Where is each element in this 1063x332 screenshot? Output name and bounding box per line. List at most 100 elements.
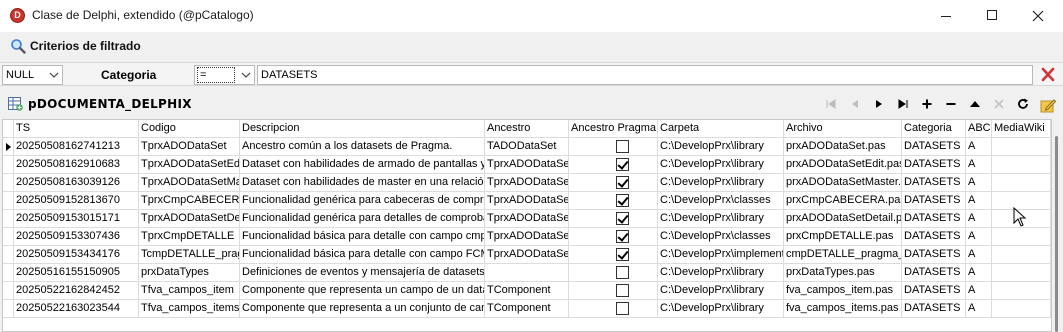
cell-mediawiki[interactable] bbox=[992, 138, 1051, 156]
filter-section[interactable]: Criterios de filtrado bbox=[0, 32, 1063, 60]
cell-ancestro[interactable]: TADODataSet bbox=[485, 138, 569, 156]
row-indicator[interactable] bbox=[3, 282, 14, 300]
cell-ts[interactable]: 20250522162842452 bbox=[14, 282, 139, 300]
cell-codigo[interactable]: TprxADODataSetEdit bbox=[139, 156, 240, 174]
cell-ts[interactable]: 20250509153307436 bbox=[14, 228, 139, 246]
cell-carpeta[interactable]: C:\DevelopPrx\library bbox=[658, 138, 784, 156]
cell-mediawiki[interactable] bbox=[992, 300, 1051, 318]
column-header-ts[interactable]: TS bbox=[14, 120, 139, 138]
cell-ts[interactable]: 20250509153015171 bbox=[14, 210, 139, 228]
vertical-scrollbar[interactable] bbox=[1053, 136, 1061, 332]
cell-carpeta[interactable]: C:\DevelopPrx\library bbox=[658, 300, 784, 318]
table-row[interactable]: 20250509153434176TcmpDETALLE_pragmaFunci… bbox=[3, 246, 1051, 264]
cell-categoria[interactable]: DATASETS bbox=[902, 210, 966, 228]
cell-ancestro-pragma[interactable] bbox=[569, 174, 658, 192]
cell-ts[interactable]: 20250509153434176 bbox=[14, 246, 139, 264]
filter-heading[interactable]: Criterios de filtrado bbox=[30, 39, 141, 53]
cell-codigo[interactable]: TcmpDETALLE_pragma bbox=[139, 246, 240, 264]
cell-codigo[interactable]: TprxADODataSet bbox=[139, 138, 240, 156]
cell-descripcion[interactable]: Ancestro común a los datasets de Pragma. bbox=[240, 138, 485, 156]
column-header-ancestro-pragma[interactable]: Ancestro Pragma bbox=[569, 120, 658, 138]
table-row[interactable]: 20250508163039126TprxADODataSetMasterDat… bbox=[3, 174, 1051, 192]
cell-ancestro-pragma[interactable] bbox=[569, 156, 658, 174]
cell-ancestro[interactable]: TprxADODataSet bbox=[485, 192, 569, 210]
cell-abc[interactable]: A bbox=[966, 210, 992, 228]
row-indicator[interactable] bbox=[3, 264, 14, 282]
cell-ancestro-pragma[interactable] bbox=[569, 210, 658, 228]
cell-ancestro[interactable]: TprxADODataSet bbox=[485, 228, 569, 246]
pragma-checkbox[interactable] bbox=[616, 158, 629, 171]
row-indicator[interactable] bbox=[3, 138, 14, 156]
table-row[interactable]: 20250509153015171TprxADODataSetDetailFun… bbox=[3, 210, 1051, 228]
table-row[interactable]: 20250509153307436 TprxCmpDETALLE Funcional… bbox=[3, 228, 1051, 246]
cell-abc[interactable]: A bbox=[966, 300, 992, 318]
column-header-categoria[interactable]: Categoria bbox=[902, 120, 966, 138]
cell-ts[interactable]: 20250516155150905 bbox=[14, 264, 139, 282]
column-header-ancestro[interactable]: Ancestro bbox=[485, 120, 569, 138]
cell-ts[interactable]: 20250522163023544 bbox=[14, 300, 139, 318]
cell-mediawiki[interactable] bbox=[992, 264, 1051, 282]
pragma-checkbox[interactable] bbox=[616, 266, 629, 279]
cell-codigo[interactable]: prxDataTypes bbox=[139, 264, 240, 282]
cell-ancestro[interactable]: TprxADODataSet bbox=[485, 174, 569, 192]
cell-categoria[interactable]: DATASETS bbox=[902, 282, 966, 300]
cell-ancestro[interactable]: TprxADODataSet bbox=[485, 246, 569, 264]
row-indicator[interactable] bbox=[3, 210, 14, 228]
table-row[interactable]: 20250509152813670 TprxCmpCABECERA Funciona… bbox=[3, 192, 1051, 210]
row-indicator[interactable] bbox=[3, 246, 14, 264]
cell-abc[interactable]: A bbox=[966, 264, 992, 282]
row-indicator[interactable] bbox=[3, 300, 14, 318]
cell-descripcion[interactable]: Dataset con habilidades de master en una… bbox=[240, 174, 485, 192]
cell-mediawiki[interactable] bbox=[992, 228, 1051, 246]
filter-edit-button[interactable] bbox=[1038, 95, 1058, 113]
cell-ancestro[interactable]: TprxADODataSet bbox=[485, 156, 569, 174]
cell-codigo[interactable]: TprxADODataSetDetail bbox=[139, 210, 240, 228]
delete-record-button[interactable] bbox=[941, 95, 961, 113]
cell-descripcion[interactable]: Funcionalidad genérica para cabeceras de… bbox=[240, 192, 485, 210]
cell-archivo[interactable]: prxADODataSetEdit.pas bbox=[784, 156, 902, 174]
pragma-checkbox[interactable] bbox=[616, 212, 629, 225]
cell-carpeta[interactable]: C:\DevelopPrx\library bbox=[658, 282, 784, 300]
cell-abc[interactable]: A bbox=[966, 192, 992, 210]
row-indicator[interactable] bbox=[3, 156, 14, 174]
table-row[interactable]: 20250522163023544 Tfva_campos_items Compon… bbox=[3, 300, 1051, 318]
edit-record-button[interactable] bbox=[965, 95, 985, 113]
row-indicator[interactable] bbox=[3, 228, 14, 246]
cell-mediawiki[interactable] bbox=[992, 246, 1051, 264]
cell-archivo[interactable]: fva_campos_items.pas bbox=[784, 300, 902, 318]
cell-descripcion[interactable]: Componente que representa a un conjunto … bbox=[240, 300, 485, 318]
column-header-archivo[interactable]: Archivo bbox=[784, 120, 902, 138]
pragma-checkbox[interactable] bbox=[616, 248, 629, 261]
operator-select[interactable]: = bbox=[194, 65, 255, 85]
cell-ts[interactable]: 20250508162910683 bbox=[14, 156, 139, 174]
cell-categoria[interactable]: DATASETS bbox=[902, 138, 966, 156]
cell-ancestro-pragma[interactable] bbox=[569, 282, 658, 300]
cell-ancestro-pragma[interactable] bbox=[569, 138, 658, 156]
cell-categoria[interactable]: DATASETS bbox=[902, 156, 966, 174]
pragma-checkbox[interactable] bbox=[616, 284, 629, 297]
cell-archivo[interactable]: cmpDETALLE_pragma_X bbox=[784, 246, 902, 264]
prior-record-button[interactable] bbox=[845, 95, 865, 113]
cell-carpeta[interactable]: C:\DevelopPrx\library bbox=[658, 264, 784, 282]
close-button[interactable] bbox=[1015, 0, 1061, 32]
cell-archivo[interactable]: prxADODataSet.pas bbox=[784, 138, 902, 156]
pragma-checkbox[interactable] bbox=[616, 302, 629, 315]
row-indicator[interactable] bbox=[3, 192, 14, 210]
cell-codigo[interactable]: Tfva_campos_item bbox=[139, 282, 240, 300]
cell-archivo[interactable]: prxADODataSetMaster.pas bbox=[784, 174, 902, 192]
cell-ts[interactable]: 20250508163039126 bbox=[14, 174, 139, 192]
null-select[interactable]: NULL bbox=[2, 65, 63, 85]
filter-value-input[interactable]: DATASETS bbox=[257, 65, 1033, 85]
cell-categoria[interactable]: DATASETS bbox=[902, 192, 966, 210]
last-record-button[interactable] bbox=[893, 95, 913, 113]
cell-ts[interactable]: 20250508162741213 bbox=[14, 138, 139, 156]
minimize-button[interactable] bbox=[923, 0, 969, 32]
cell-carpeta[interactable]: C:\DevelopPrx\library bbox=[658, 174, 784, 192]
cell-carpeta[interactable]: C:\DevelopPrx\classes bbox=[658, 228, 784, 246]
cell-ts[interactable]: 20250509152813670 bbox=[14, 192, 139, 210]
cell-ancestro-pragma[interactable] bbox=[569, 192, 658, 210]
cell-descripcion[interactable]: Componente que representa un campo de un… bbox=[240, 282, 485, 300]
cell-descripcion[interactable]: Dataset con habilidades de armado de pan… bbox=[240, 156, 485, 174]
cell-categoria[interactable]: DATASETS bbox=[902, 228, 966, 246]
cell-abc[interactable]: A bbox=[966, 246, 992, 264]
